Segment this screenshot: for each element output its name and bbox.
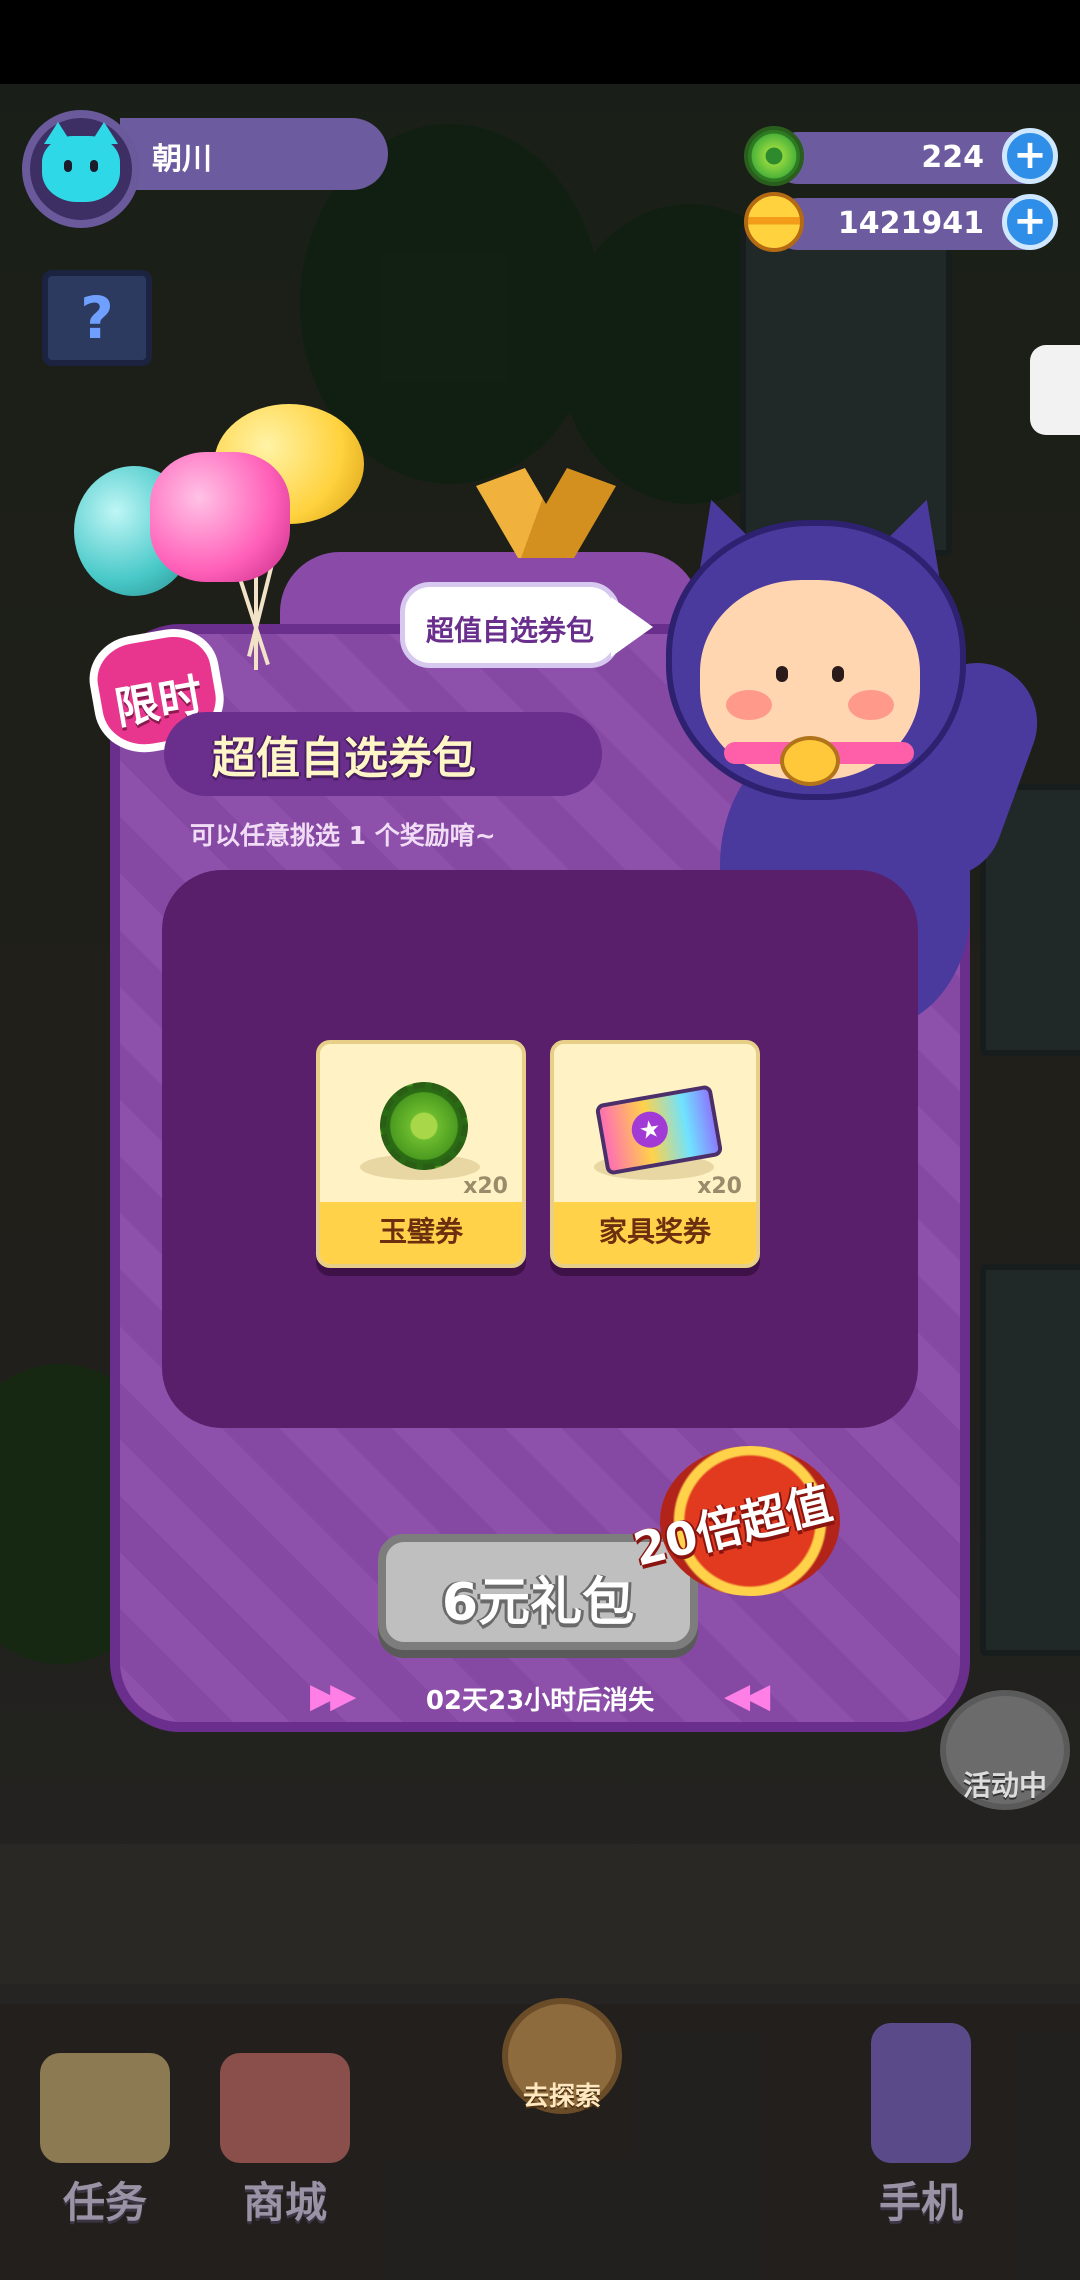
reward-selection-area	[162, 870, 918, 1428]
reward-name: 玉璧券	[378, 1215, 463, 1248]
task-book-icon	[40, 2053, 170, 2163]
gold-planet-coin-icon	[744, 192, 804, 252]
nav-shop[interactable]: 商城	[210, 2053, 360, 2230]
reward-name: 家具奖券	[598, 1215, 711, 1248]
player-name: 朝川	[152, 142, 212, 177]
shop-icon	[220, 2053, 350, 2163]
gold-currency-bar: 1421941 +	[744, 192, 1058, 252]
add-gold-button[interactable]: +	[1002, 194, 1058, 250]
popup-subtitle: 可以任意挑选 1 个奖励唷~	[190, 821, 496, 850]
jade-currency-value: 224	[921, 140, 984, 175]
status-bar	[0, 0, 1080, 84]
jade-coin-icon	[744, 126, 804, 186]
nav-shop-label: 商城	[242, 2178, 327, 2227]
nav-task-label: 任务	[62, 2178, 147, 2227]
cat-avatar-icon[interactable]	[22, 110, 140, 228]
nav-phone-label: 手机	[878, 2178, 963, 2227]
nav-task[interactable]: 任务	[30, 2053, 180, 2230]
add-jade-button[interactable]: +	[1002, 128, 1058, 184]
nav-phone[interactable]: 手机	[846, 2023, 996, 2230]
side-expand-tab[interactable]	[1030, 345, 1080, 435]
mystery-box-icon[interactable]: ?	[42, 270, 152, 366]
explore-label: 去探索	[522, 2082, 601, 2112]
speech-bubble: 超值自选券包	[400, 582, 653, 668]
reward-quantity: x20	[697, 1174, 742, 1199]
reward-quantity: x20	[463, 1174, 508, 1199]
popup-title: 超值自选券包	[212, 733, 476, 784]
activity-button[interactable]: 活动中	[940, 1690, 1070, 1810]
gold-currency-value: 1421941	[837, 206, 984, 241]
speech-bubble-text: 超值自选券包	[425, 614, 594, 647]
player-name-bar[interactable]: 朝川	[120, 118, 388, 190]
pink-star-balloon-icon	[150, 452, 290, 582]
countdown-timer: 02天23小时后消失	[425, 1686, 655, 1716]
phone-icon	[871, 2023, 971, 2163]
mascot-coin-icon	[780, 736, 840, 786]
left-arrows-icon: ◀◀	[724, 1676, 770, 1716]
reward-card-jade-ticket[interactable]: x20 玉璧券	[316, 1040, 526, 1268]
reward-card-furniture-ticket[interactable]: ★ x20 家具奖券	[550, 1040, 760, 1268]
jade-currency-bar: 224 +	[744, 126, 1058, 186]
activity-label: 活动中	[962, 1769, 1047, 1802]
explore-button[interactable]: 去探索	[502, 1998, 622, 2114]
